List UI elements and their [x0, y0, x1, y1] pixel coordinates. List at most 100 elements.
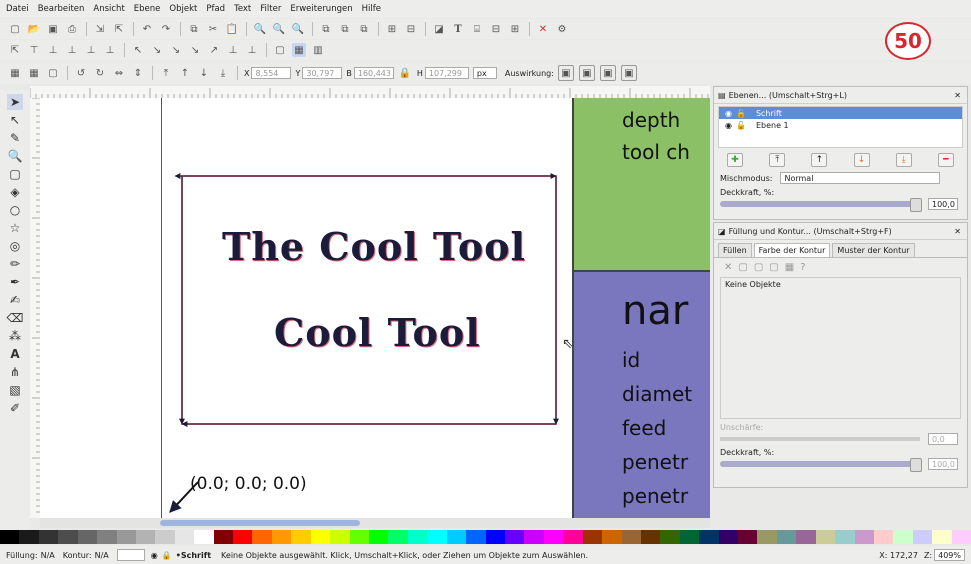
snap-grid-icon[interactable]: ▦ [292, 43, 306, 57]
eye-icon[interactable]: ◉ [151, 551, 158, 560]
blur-field[interactable]: 0,0 [928, 433, 958, 445]
palette-swatch[interactable] [116, 530, 136, 544]
palette-swatch[interactable] [660, 530, 680, 544]
fill-opacity-field[interactable]: 100,0 [928, 458, 958, 470]
layer-opacity-field[interactable]: 100,0 [928, 198, 958, 210]
height-field[interactable]: 107,299 [424, 67, 469, 79]
drawing-canvas[interactable]: The Cool Tool Cool Tool (0.0; 0.0; 0.0) … [40, 98, 710, 518]
clone-icon[interactable]: ⧉ [338, 22, 352, 36]
text-font-icon[interactable]: T [451, 22, 465, 36]
color-palette[interactable] [0, 530, 971, 544]
palette-swatch[interactable] [58, 530, 78, 544]
blend-mode-select[interactable]: Normal [780, 172, 941, 184]
snap-center-icon[interactable]: ⊥ [103, 43, 117, 57]
duplicate-icon[interactable]: ⧉ [319, 22, 333, 36]
calligraphy-tool-icon[interactable]: ✍ [7, 292, 23, 308]
zoom-drawing-icon[interactable]: 🔍 [272, 22, 286, 36]
flat-color-icon[interactable]: ▢ [738, 262, 747, 273]
snap-corner-icon[interactable]: ⊥ [65, 43, 79, 57]
palette-swatch[interactable] [932, 530, 952, 544]
palette-swatch[interactable] [427, 530, 447, 544]
layer-visibility-icon[interactable]: ◉ [725, 121, 732, 130]
horizontal-scrollbar[interactable] [40, 518, 710, 528]
affect-stroke-icon[interactable]: ▣ [557, 65, 574, 81]
y-field[interactable]: 30,797 [302, 67, 343, 79]
selector-tool-icon[interactable]: ➤ [7, 94, 23, 110]
palette-swatch[interactable] [776, 530, 797, 544]
import-icon[interactable]: ⇲ [93, 22, 107, 36]
xml-editor-icon[interactable]: ⌸ [470, 22, 484, 36]
star-tool-icon[interactable]: ☆ [7, 220, 23, 236]
unit-select[interactable]: px [472, 67, 497, 79]
layer-name[interactable]: Schrift [756, 109, 782, 118]
radial-gradient-icon[interactable]: ▢ [769, 262, 778, 273]
tab-stroke-paint[interactable]: Farbe der Kontur [753, 243, 831, 257]
layer-lock-icon[interactable]: 🔓 [736, 121, 746, 130]
copy-icon[interactable]: ⧉ [187, 22, 201, 36]
palette-swatch[interactable] [738, 530, 758, 544]
raise-top-icon[interactable]: ⤒ [159, 66, 173, 80]
rotate-cw-icon[interactable]: ↻ [93, 66, 107, 80]
blue-info-block[interactable]: nar id diamet feed penetr penetr [572, 270, 710, 518]
palette-swatch[interactable] [407, 530, 428, 544]
layer-visibility-icon[interactable]: ◉ [725, 109, 732, 118]
palette-swatch[interactable] [388, 530, 408, 544]
palette-swatch[interactable] [252, 530, 272, 544]
pattern-icon[interactable]: ▦ [785, 262, 794, 273]
fill-stroke-icon[interactable]: ◪ [432, 22, 446, 36]
palette-swatch[interactable] [174, 530, 195, 544]
delete-layer-icon[interactable]: ━ [937, 153, 954, 167]
palette-swatch[interactable] [485, 530, 505, 544]
menu-item[interactable]: Datei [6, 4, 29, 14]
dropper-tool-icon[interactable]: ✐ [7, 400, 23, 416]
palette-swatch[interactable] [563, 530, 583, 544]
menu-item[interactable]: Bearbeiten [38, 4, 85, 14]
stroke-value[interactable]: N/A [95, 551, 109, 560]
document-properties-icon[interactable]: ⚙ [555, 22, 569, 36]
snap-edge-icon[interactable]: ⊥ [46, 43, 60, 57]
palette-swatch[interactable] [330, 530, 350, 544]
node-tool-icon[interactable]: ↖ [7, 112, 23, 128]
align-icon[interactable]: ⊟ [489, 22, 503, 36]
export-icon[interactable]: ⇱ [112, 22, 126, 36]
group-icon[interactable]: ⊞ [385, 22, 399, 36]
affect-gradient-icon[interactable]: ▣ [599, 65, 616, 81]
palette-swatch[interactable] [912, 530, 933, 544]
zoom-page-icon[interactable]: 🔍 [291, 22, 305, 36]
menu-item[interactable]: Filter [260, 4, 281, 14]
palette-swatch[interactable] [757, 530, 777, 544]
spiral-tool-icon[interactable]: ◎ [7, 238, 23, 254]
lower-layer-icon[interactable]: ↓ [853, 153, 870, 167]
open-icon[interactable]: 📂 [27, 22, 41, 36]
palette-swatch[interactable] [854, 530, 874, 544]
layer-opacity-slider[interactable] [720, 198, 922, 212]
palette-swatch[interactable] [796, 530, 816, 544]
palette-swatch[interactable] [815, 530, 836, 544]
palette-swatch[interactable] [679, 530, 700, 544]
palette-swatch[interactable] [77, 530, 98, 544]
rotate-ccw-icon[interactable]: ↺ [74, 66, 88, 80]
palette-swatch[interactable] [233, 530, 253, 544]
layer-item[interactable]: ◉ 🔓 Ebene 1 [719, 119, 962, 131]
menu-item[interactable]: Hilfe [362, 4, 381, 14]
flip-h-icon[interactable]: ⇔ [112, 66, 126, 80]
transform-icon[interactable]: ⊞ [508, 22, 522, 36]
palette-swatch[interactable] [271, 530, 292, 544]
palette-swatch[interactable] [621, 530, 641, 544]
tab-stroke-style[interactable]: Muster der Kontur [832, 243, 915, 257]
snap-nodes-icon[interactable]: ↖ [131, 43, 145, 57]
lower-layer-bottom-icon[interactable]: ⤓ [895, 153, 912, 167]
zoom-tool-icon[interactable]: 🔍 [7, 148, 23, 164]
print-icon[interactable]: ⎙ [65, 22, 79, 36]
lower-icon[interactable]: ↓ [197, 66, 211, 80]
redo-icon[interactable]: ↷ [159, 22, 173, 36]
eraser-tool-icon[interactable]: ⌫ [7, 310, 24, 326]
box3d-tool-icon[interactable]: ◈ [7, 184, 23, 200]
snap-guide-icon[interactable]: ▥ [311, 43, 325, 57]
snap-intersection-icon[interactable]: ↘ [169, 43, 183, 57]
palette-swatch[interactable] [466, 530, 486, 544]
palette-swatch[interactable] [893, 530, 913, 544]
tab-fill[interactable]: Füllen [718, 243, 752, 257]
menu-item[interactable]: Text [234, 4, 251, 14]
menu-item[interactable]: Erweiterungen [290, 4, 352, 14]
